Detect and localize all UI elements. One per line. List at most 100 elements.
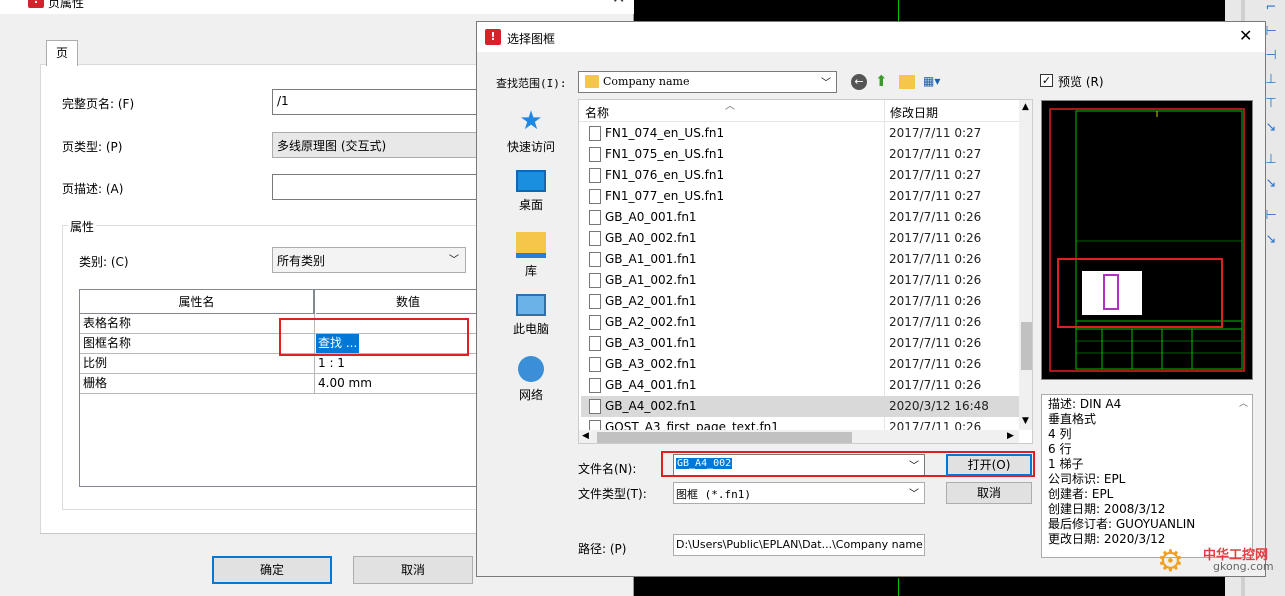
page-desc-input[interactable] [272,174,482,200]
place-library[interactable]: 库 [493,232,569,279]
place-network[interactable]: 网络 [493,356,569,403]
file-row[interactable]: GB_A0_002.fn1 2017/7/11 0:26 [581,228,1019,249]
file-date: 2020/3/12 16:48 [889,399,989,413]
info-line: 创建日期: 2008/3/12 [1048,502,1166,516]
place-this-pc[interactable]: 此电脑 [493,294,569,337]
grid-cell-value[interactable]: 4.00 mm [318,374,372,393]
filetype-select[interactable]: 图框 (*.fn1) ﹀ [673,482,925,504]
look-in-select[interactable]: Company name ﹀ [578,71,837,93]
info-scroll-up-icon[interactable]: ︿ [1239,397,1248,412]
file-date: 2017/7/11 0:27 [889,147,982,161]
path-field: D:\Users\Public\EPLAN\Dat...\Company nam… [673,534,925,556]
file-date: 2017/7/11 0:26 [889,378,982,392]
frame-preview-drawing [1049,108,1245,372]
file-name: GB_A0_002.fn1 [605,231,697,245]
place-quick-access[interactable]: ★ 快速访问 [493,108,569,155]
sort-ascending-icon: ︿ [725,101,735,112]
file-name: FN1_074_en_US.fn1 [605,126,725,140]
computer-icon [516,294,546,316]
scroll-left-icon[interactable]: ◀ [582,431,589,441]
file-row[interactable]: FN1_076_en_US.fn1 2017/7/11 0:27 [581,165,1019,186]
cad-green-line [898,578,899,596]
info-line: 1 梯子 [1048,457,1084,471]
file-row[interactable]: FN1_077_en_US.fn1 2017/7/11 0:27 [581,186,1019,207]
file-row[interactable]: GB_A2_002.fn1 2017/7/11 0:26 [581,312,1019,333]
column-header-name[interactable]: 名称 [585,104,609,121]
grid-row[interactable]: 比例 1 : 1 [80,354,500,374]
file-name: GB_A1_002.fn1 [605,273,697,287]
page-type-select[interactable]: 多线原理图 (交互式) [272,132,482,158]
file-row[interactable]: GB_A0_001.fn1 2017/7/11 0:26 [581,207,1019,228]
cancel-button[interactable]: 取消 [946,482,1032,504]
file-row[interactable]: FN1_075_en_US.fn1 2017/7/11 0:27 [581,144,1019,165]
chevron-down-icon: ﹀ [909,489,919,500]
preview-label: 预览 (R) [1058,75,1104,89]
file-icon [589,378,601,393]
up-folder-icon[interactable]: ⬆ [875,72,888,90]
file-row[interactable]: GB_A4_002.fn1 2020/3/12 16:48 [581,396,1019,417]
open-button[interactable]: 打开(O) [946,454,1032,476]
look-in-label: 查找范围(I): [496,77,567,90]
file-icon [589,273,601,288]
file-row[interactable]: GB_A1_002.fn1 2017/7/11 0:26 [581,270,1019,291]
connection-symbol-icon[interactable]: ⌐ [1263,0,1279,16]
category-select[interactable]: 所有类别 ﹀ [272,247,466,273]
file-date: 2017/7/11 0:26 [889,315,982,329]
place-desktop[interactable]: 桌面 [493,170,569,213]
new-folder-icon[interactable] [899,75,915,89]
file-row[interactable]: GB_A3_001.fn1 2017/7/11 0:26 [581,333,1019,354]
file-icon [589,231,601,246]
close-icon[interactable]: ✕ [612,0,625,7]
file-icon [589,399,601,414]
file-date: 2017/7/11 0:26 [889,336,982,350]
grid-header-value: 数值 [316,290,500,314]
info-line: 垂直格式 [1048,412,1097,426]
grid-cell-name: 栅格 [83,376,108,390]
grid-row[interactable]: 栅格 4.00 mm [80,374,500,394]
file-name: GB_A2_001.fn1 [605,294,697,308]
look-in-value: Company name [603,75,690,88]
filename-label: 文件名(N): [578,462,637,476]
full-name-input[interactable]: /1 [272,89,482,115]
cancel-button[interactable]: 取消 [353,556,473,584]
vertical-scrollbar[interactable]: ▲ ▼ [1019,100,1032,430]
grid-cell-name: 比例 [83,356,108,370]
scroll-down-icon[interactable]: ▼ [1022,416,1029,426]
column-header-date[interactable]: 修改日期 [890,104,938,121]
star-icon: ★ [519,106,543,136]
file-name: GB_A4_002.fn1 [605,399,697,413]
file-row[interactable]: GB_A1_001.fn1 2017/7/11 0:26 [581,249,1019,270]
file-icon [589,168,601,183]
scroll-right-icon[interactable]: ▶ [1007,431,1014,441]
scroll-up-icon[interactable]: ▲ [1022,102,1029,112]
scroll-thumb[interactable] [597,432,852,443]
file-name: GB_A0_001.fn1 [605,210,697,224]
horizontal-scrollbar[interactable]: ◀ ▶ [579,430,1019,443]
network-icon [518,356,544,382]
ok-button[interactable]: 确定 [212,556,332,584]
preview-checkbox[interactable]: ✓ [1040,74,1053,87]
file-date: 2017/7/11 0:26 [889,252,982,266]
info-line: 最后修订者: GUOYUANLIN [1048,517,1196,531]
grid-cell-value[interactable]: 1 : 1 [318,354,345,373]
category-label: 类别: (C) [79,255,129,269]
back-icon[interactable]: ← [851,74,867,90]
grid-header-name: 属性名 [80,290,315,314]
scroll-thumb[interactable] [1021,322,1032,370]
path-label: 路径: (P) [578,542,627,556]
file-row[interactable]: FN1_074_en_US.fn1 2017/7/11 0:27 [581,123,1019,144]
file-date: 2017/7/11 0:26 [889,357,982,371]
file-row[interactable]: GB_A3_002.fn1 2017/7/11 0:26 [581,354,1019,375]
chevron-down-icon: ﹀ [821,78,831,89]
grid-cell-name: 图框名称 [83,336,132,350]
select-frame-dialog: ! 选择图框 ✕ 查找范围(I): Company name ﹀ ← ⬆ ▦▾ … [476,21,1266,577]
tab-page[interactable]: 页 [46,40,78,66]
eplan-app-icon: ! [485,29,501,45]
file-icon [589,357,601,372]
file-row[interactable]: GB_A2_001.fn1 2017/7/11 0:26 [581,291,1019,312]
place-label: 网络 [518,388,543,402]
close-icon[interactable]: ✕ [1239,26,1252,45]
file-row[interactable]: GB_A4_001.fn1 2017/7/11 0:26 [581,375,1019,396]
view-menu-icon[interactable]: ▦▾ [923,74,940,88]
eplan-app-icon: ! [28,0,44,8]
